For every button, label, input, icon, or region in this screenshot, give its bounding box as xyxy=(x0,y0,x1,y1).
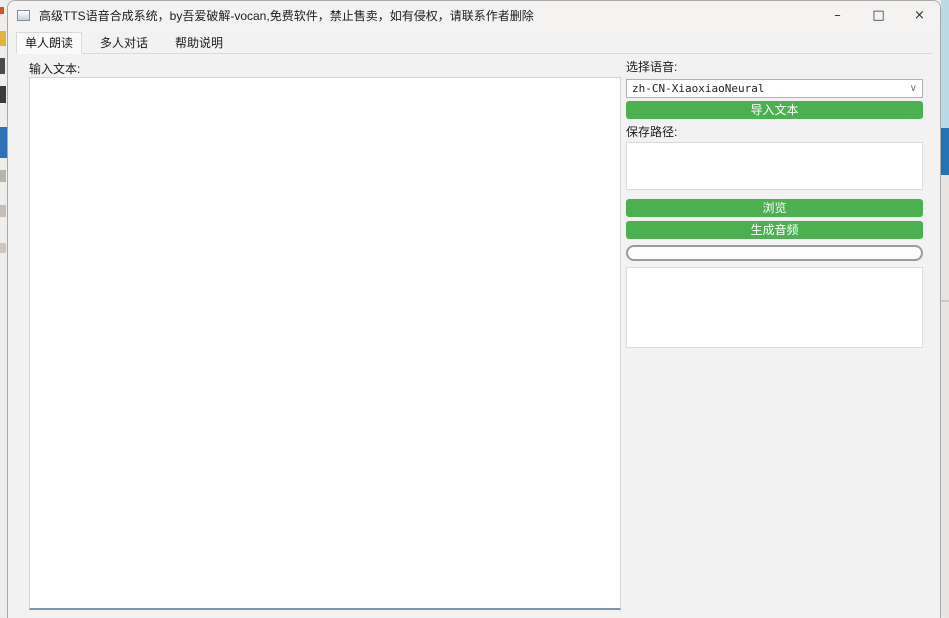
right-panel: 选择语音: zh-CN-XiaoxiaoNeural ∨ 导入文本 保存路径: … xyxy=(626,58,923,348)
titlebar: 高级TTS语音合成系统，by吾爱破解-vocan,免费软件，禁止售卖，如有侵权，… xyxy=(8,1,940,30)
window-controls: – □ × xyxy=(817,1,940,30)
background-fragment xyxy=(0,127,7,158)
voice-select[interactable]: zh-CN-XiaoxiaoNeural ∨ xyxy=(626,79,923,98)
background-fragment xyxy=(0,86,6,103)
maximize-button[interactable]: □ xyxy=(858,1,899,30)
app-window: 高级TTS语音合成系统，by吾爱破解-vocan,免费软件，禁止售卖，如有侵权，… xyxy=(7,0,941,618)
chevron-down-icon: ∨ xyxy=(910,83,917,94)
minimize-button[interactable]: – xyxy=(817,1,858,30)
tab-single-read[interactable]: 单人朗读 xyxy=(16,32,82,54)
progress-bar xyxy=(626,245,923,261)
background-left-strip xyxy=(0,0,7,617)
generate-audio-button[interactable]: 生成音频 xyxy=(626,221,923,239)
tab-multi-dialog[interactable]: 多人对话 xyxy=(91,32,157,54)
tab-help[interactable]: 帮助说明 xyxy=(166,32,232,54)
close-button[interactable]: × xyxy=(899,1,940,30)
background-fragment xyxy=(941,0,949,128)
background-fragment xyxy=(0,243,6,253)
input-textarea[interactable] xyxy=(29,77,621,610)
save-path-label: 保存路径: xyxy=(626,123,923,140)
browse-button[interactable]: 浏览 xyxy=(626,199,923,217)
voice-select-value: zh-CN-XiaoxiaoNeural xyxy=(632,82,764,95)
background-fragment xyxy=(0,205,6,217)
tab-bar: 单人朗读 多人对话 帮助说明 xyxy=(16,31,932,54)
background-fragment xyxy=(941,300,949,302)
import-text-button[interactable]: 导入文本 xyxy=(626,101,923,119)
voice-select-label: 选择语音: xyxy=(626,58,923,75)
background-fragment xyxy=(941,128,949,175)
window-title: 高级TTS语音合成系统，by吾爱破解-vocan,免费软件，禁止售卖，如有侵权，… xyxy=(39,7,534,24)
background-fragment xyxy=(0,31,6,46)
save-path-textarea[interactable] xyxy=(626,142,923,190)
background-right-strip xyxy=(941,0,949,617)
background-fragment xyxy=(0,7,4,14)
background-fragment xyxy=(0,170,6,182)
status-output xyxy=(626,267,923,348)
background-fragment xyxy=(0,58,5,74)
input-text-label: 输入文本: xyxy=(29,60,80,77)
app-icon xyxy=(17,10,30,21)
